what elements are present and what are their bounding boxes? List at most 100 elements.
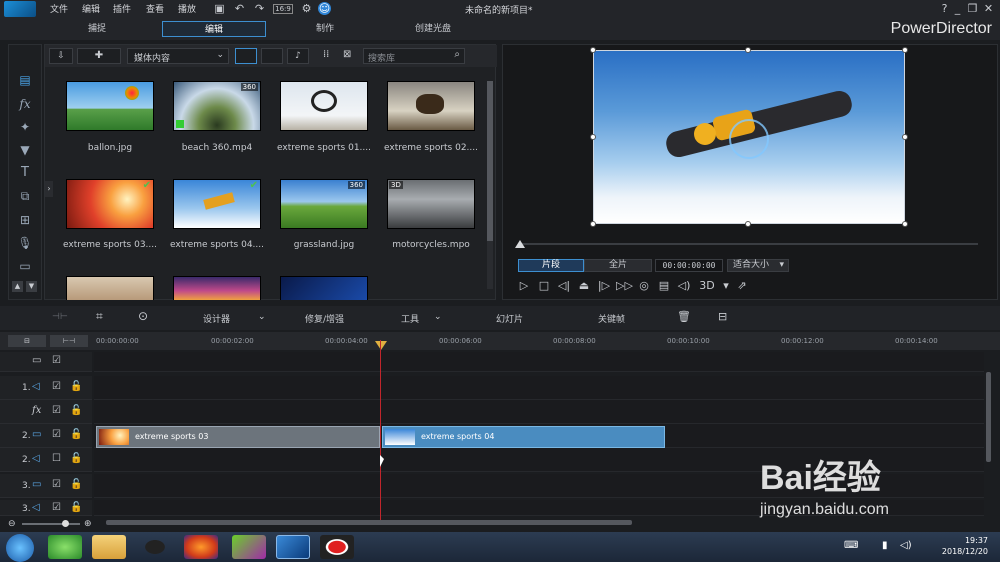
- previous-frame-icon[interactable]: ◁|: [556, 279, 572, 293]
- particle-room-icon[interactable]: ▼: [16, 141, 34, 159]
- menu-plugins[interactable]: 插件: [113, 2, 131, 15]
- thumb-row3-1[interactable]: [66, 276, 154, 300]
- track-enable-checkbox[interactable]: ☑: [52, 355, 61, 366]
- file-explorer-icon[interactable]: [92, 535, 126, 559]
- storyboard-view-icon[interactable]: ⊢⊣: [50, 335, 88, 347]
- firefox-icon[interactable]: [184, 535, 218, 559]
- minimize-icon[interactable]: _: [951, 2, 964, 15]
- thumb-ballon[interactable]: [66, 81, 154, 131]
- filter-image-icon[interactable]: [261, 48, 283, 64]
- resize-handle[interactable]: [745, 47, 751, 53]
- audio-mixing-room-icon[interactable]: ⊞: [16, 211, 34, 229]
- expand-panel-icon[interactable]: ›: [45, 181, 53, 197]
- track-enable-checkbox[interactable]: ☐: [52, 453, 61, 464]
- help-icon[interactable]: ?: [938, 2, 951, 15]
- thumb-extreme-03[interactable]: ✔: [66, 179, 154, 229]
- timeline-clip-extreme-04[interactable]: extreme sports 04: [382, 426, 665, 448]
- fit-size-dropdown[interactable]: 适合大小 ▾: [727, 259, 789, 272]
- volume-tray-icon[interactable]: ◁): [900, 540, 912, 551]
- menu-view[interactable]: 查看: [146, 2, 164, 15]
- filter-audio-icon[interactable]: ♪: [287, 48, 309, 64]
- chevron-down-icon[interactable]: ⌄: [258, 312, 266, 322]
- save-icon[interactable]: ▣: [213, 2, 226, 15]
- thumb-motorcycles[interactable]: 3D: [387, 179, 475, 229]
- thumb-row3-2[interactable]: [173, 276, 261, 300]
- track-toggle-icon[interactable]: ▭: [32, 355, 41, 366]
- thumb-extreme-04[interactable]: ✔: [173, 179, 261, 229]
- grid-view-icon[interactable]: ⁞⁞: [323, 49, 329, 60]
- thumbnail-size-icon[interactable]: ⊠: [343, 49, 351, 60]
- resize-handle[interactable]: [590, 134, 596, 140]
- track-enable-checkbox[interactable]: ☑: [52, 502, 61, 513]
- powerdirector-taskbar-icon[interactable]: [276, 535, 310, 559]
- media-content-dropdown[interactable]: 媒体内容 ⌄: [127, 48, 229, 64]
- media-room-icon[interactable]: ▤: [16, 71, 34, 89]
- undo-icon[interactable]: ↶: [233, 2, 246, 15]
- plugin-button[interactable]: ✚: [77, 48, 121, 64]
- lock-icon[interactable]: 🔓: [70, 479, 82, 490]
- scrollbar-thumb[interactable]: [487, 81, 493, 241]
- settings-gear-icon[interactable]: ⚙: [300, 2, 313, 15]
- pip-room-icon[interactable]: ✦: [16, 118, 34, 136]
- keyboard-icon[interactable]: ⌨: [844, 540, 858, 551]
- fast-forward-icon[interactable]: ▷▷: [616, 279, 633, 293]
- track-body[interactable]: [94, 352, 984, 372]
- slideshow-button[interactable]: 幻灯片: [496, 312, 523, 325]
- thumb-extreme-02[interactable]: [387, 81, 475, 131]
- menu-play[interactable]: 播放: [178, 2, 196, 15]
- resize-handle[interactable]: [902, 47, 908, 53]
- timecode-display[interactable]: 00:00:00:00: [655, 259, 723, 272]
- lock-icon[interactable]: 🔓: [70, 381, 82, 392]
- aspect-ratio-icon[interactable]: 16:9: [273, 4, 293, 14]
- move-center-icon[interactable]: [729, 119, 769, 159]
- movie-mode-button[interactable]: 全片: [584, 259, 652, 272]
- lock-icon[interactable]: 🔓: [70, 405, 82, 416]
- tab-capture[interactable]: 捕捉: [62, 21, 132, 37]
- lock-icon[interactable]: 🔓: [70, 429, 82, 440]
- timeline-horizontal-scrollbar[interactable]: [106, 520, 632, 525]
- timeline-view-icon[interactable]: ⊟: [8, 335, 46, 347]
- system-clock[interactable]: 19:37 2018/12/20: [942, 535, 988, 557]
- designer-button[interactable]: 设计器: [203, 312, 230, 325]
- thumb-grassland[interactable]: 360: [280, 179, 368, 229]
- thumb-row3-3[interactable]: [280, 276, 368, 300]
- track-enable-checkbox[interactable]: ☑: [52, 429, 61, 440]
- recorder-icon[interactable]: [320, 535, 354, 559]
- subtitle-room-icon[interactable]: ▭: [16, 257, 34, 275]
- network-icon[interactable]: ▮: [882, 540, 888, 551]
- search-library-input[interactable]: 搜索库 ⌕: [363, 48, 465, 64]
- split-icon[interactable]: ⏏: [576, 279, 592, 293]
- voiceover-room-icon[interactable]: 🎙: [16, 234, 34, 252]
- redo-icon[interactable]: ↷: [253, 2, 266, 15]
- resize-handle[interactable]: [590, 221, 596, 227]
- zoom-in-icon[interactable]: ⊕: [84, 519, 92, 529]
- volume-icon[interactable]: ◁): [676, 279, 692, 293]
- snapshot-icon[interactable]: ◎: [636, 279, 652, 293]
- timeline-clip-extreme-03[interactable]: extreme sports 03: [96, 426, 380, 448]
- fit-timeline-icon[interactable]: ⊣⊢: [52, 312, 68, 322]
- camtasia-icon[interactable]: [232, 535, 266, 559]
- timeline-ruler[interactable]: [0, 332, 1000, 350]
- resize-handle[interactable]: [745, 221, 751, 227]
- track-body[interactable]: [94, 376, 984, 400]
- clip-mode-button[interactable]: 片段: [518, 259, 584, 272]
- preview-video[interactable]: [593, 50, 905, 224]
- track-enable-checkbox[interactable]: ☑: [52, 405, 61, 416]
- lock-icon[interactable]: 🔓: [70, 502, 82, 513]
- next-frame-icon[interactable]: |▷: [596, 279, 612, 293]
- track-enable-checkbox[interactable]: ☑: [52, 381, 61, 392]
- menu-file[interactable]: 文件: [50, 2, 68, 15]
- playhead-line[interactable]: [380, 340, 381, 520]
- clip-list-icon[interactable]: ⊟: [718, 310, 727, 323]
- preview-scrubber[interactable]: [520, 243, 978, 245]
- zoom-slider[interactable]: [22, 523, 80, 525]
- thumb-extreme-01[interactable]: [280, 81, 368, 131]
- title-room-icon[interactable]: T: [16, 164, 34, 182]
- scrubber-handle-icon[interactable]: [515, 240, 525, 248]
- tab-produce[interactable]: 制作: [290, 21, 360, 37]
- import-media-button[interactable]: ⇩: [49, 48, 73, 64]
- close-icon[interactable]: ✕: [982, 2, 995, 15]
- tab-edit[interactable]: 编辑: [162, 21, 266, 37]
- resize-handle[interactable]: [902, 134, 908, 140]
- track-body[interactable]: [94, 400, 984, 424]
